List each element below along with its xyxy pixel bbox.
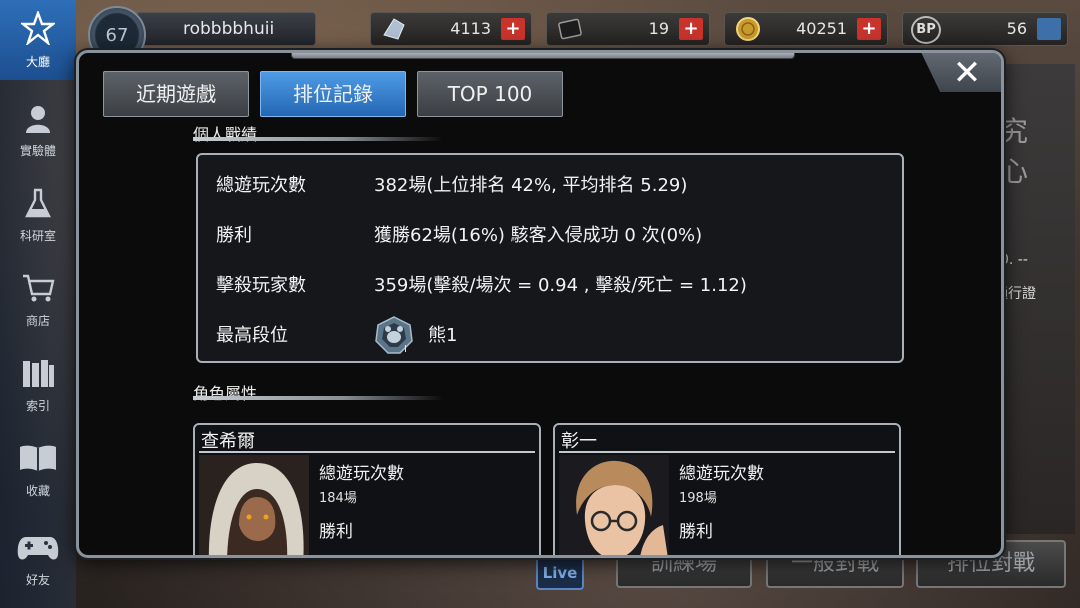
crystal-icon xyxy=(379,16,409,42)
character-portrait xyxy=(559,455,669,555)
sidebar-item-character[interactable]: 實驗體 xyxy=(0,90,76,170)
ticket-icon xyxy=(555,16,585,42)
stat-row-highest-rank: 最高段位 I 熊1 xyxy=(216,316,896,355)
character-name-divider xyxy=(559,451,895,453)
book-icon xyxy=(18,442,58,482)
add-crystal-button[interactable]: + xyxy=(501,18,525,40)
stat-value: 熊1 xyxy=(428,325,458,346)
character-name-divider xyxy=(199,451,535,453)
sidebar-item-label: 實驗體 xyxy=(19,143,56,158)
live-button[interactable]: Live xyxy=(536,556,584,590)
stat-row-wins: 勝利 獲勝62場(16%) 駭客入侵成功 0 次(0%) xyxy=(216,221,896,249)
bp-icon: BP xyxy=(911,16,941,44)
resource-ticket: 19 + xyxy=(546,12,710,46)
character-wins-label: 勝利 xyxy=(319,522,353,542)
stat-label: 最高段位 xyxy=(216,325,288,346)
stat-row-total-plays: 總遊玩次數 382場(上位排名 42%, 平均排名 5.29) xyxy=(216,171,896,199)
sidebar-item-label: 收藏 xyxy=(25,483,50,498)
stat-label: 總遊玩次數 xyxy=(216,175,306,196)
stat-value: 382場(上位排名 42%, 平均排名 5.29) xyxy=(374,175,688,196)
lobby-icon xyxy=(19,8,57,53)
stat-label: 擊殺玩家數 xyxy=(216,275,306,296)
sidebar-item-label: 大廳 xyxy=(25,54,50,69)
cart-icon xyxy=(21,272,55,312)
personal-stats-box: 總遊玩次數 382場(上位排名 42%, 平均排名 5.29) 勝利 獲勝62場… xyxy=(196,153,904,363)
close-button[interactable]: ✕ xyxy=(947,55,987,91)
character-card[interactable]: 彰一 總遊玩次數 198場 勝利 xyxy=(553,423,901,555)
character-name: 彰一 xyxy=(561,431,597,452)
character-plays-value: 184場 xyxy=(319,491,357,506)
bp-value: 56 xyxy=(1006,19,1027,38)
character-plays-value: 198場 xyxy=(679,491,717,506)
gamepad-icon xyxy=(16,533,60,571)
stats-modal: ✕ 近期遊戲 排位記錄 TOP 100 個人戰績 總遊玩次數 382場(上位排名… xyxy=(76,50,1004,558)
username-plate[interactable]: robbbbhuii xyxy=(136,12,316,46)
bear-rank-icon: I xyxy=(374,315,413,355)
right-background-level: 0. -- xyxy=(1000,252,1028,268)
sidebar-item-label: 好友 xyxy=(25,572,50,587)
add-ticket-button[interactable]: + xyxy=(679,18,703,40)
sidebar-item-index[interactable]: 索引 xyxy=(0,345,76,425)
character-plays-label: 總遊玩次數 xyxy=(319,464,404,484)
username: robbbbhuii xyxy=(183,19,275,39)
tab-recent-games[interactable]: 近期遊戲 xyxy=(103,71,249,117)
resource-crystal: 4113 + xyxy=(370,12,532,46)
stat-row-kills: 擊殺玩家數 359場(擊殺/場次 = 0.94 , 擊殺/死亡 = 1.12) xyxy=(216,271,896,299)
sidebar-item-lab[interactable]: 科研室 xyxy=(0,175,76,255)
coin-icon xyxy=(733,16,763,42)
resource-coin: 40251 + xyxy=(724,12,888,46)
character-card[interactable]: 查希爾 總遊玩次數 184場 勝利 xyxy=(193,423,541,555)
tab-top-100[interactable]: TOP 100 xyxy=(417,71,563,117)
crystal-value: 4113 xyxy=(450,19,491,38)
sidebar-item-shop[interactable]: 商店 xyxy=(0,260,76,340)
character-name: 查希爾 xyxy=(201,431,255,452)
books-icon xyxy=(20,357,56,397)
coin-value: 40251 xyxy=(796,19,847,38)
sidebar-item-collection[interactable]: 收藏 xyxy=(0,430,76,510)
character-icon xyxy=(22,102,54,142)
bp-card-icon[interactable] xyxy=(1037,18,1061,40)
flask-icon xyxy=(22,187,54,227)
section-underline xyxy=(193,396,443,400)
character-wins-label: 勝利 xyxy=(679,522,713,542)
sidebar-item-label: 商店 xyxy=(25,313,50,328)
character-plays-label: 總遊玩次數 xyxy=(679,464,764,484)
stat-label: 勝利 xyxy=(216,225,252,246)
svg-text:I: I xyxy=(404,344,407,355)
character-stats-title: 角色屬性 xyxy=(193,384,258,403)
ticket-value: 19 xyxy=(648,19,669,38)
modal-handle xyxy=(291,53,795,59)
add-coin-button[interactable]: + xyxy=(857,18,881,40)
player-level: 67 xyxy=(105,24,129,46)
stat-value: 359場(擊殺/場次 = 0.94 , 擊殺/死亡 = 1.12) xyxy=(374,275,747,296)
section-underline xyxy=(193,137,443,141)
resource-bp: BP 56 xyxy=(902,12,1068,46)
tab-ranked-record[interactable]: 排位記錄 xyxy=(260,71,406,117)
sidebar-item-label: 索引 xyxy=(25,398,50,413)
top-bar: robbbbhuii 67 4113 + 19 + 40251 + BP 56 xyxy=(76,0,1080,64)
sidebar-item-lobby[interactable]: 大廳 xyxy=(0,0,76,80)
stat-value: 獲勝62場(16%) 駭客入侵成功 0 次(0%) xyxy=(374,225,703,246)
right-background-text: 究 心 xyxy=(1000,115,1029,188)
bp-glyph: BP xyxy=(916,22,936,37)
sidebar-item-friends[interactable]: 好友 xyxy=(0,520,76,600)
sidebar: 大廳 實驗體 科研室 商店 索引 收藏 好友 xyxy=(0,0,76,608)
sidebar-item-label: 科研室 xyxy=(19,228,56,243)
personal-stats-title: 個人戰績 xyxy=(193,125,258,144)
character-portrait xyxy=(199,455,309,555)
